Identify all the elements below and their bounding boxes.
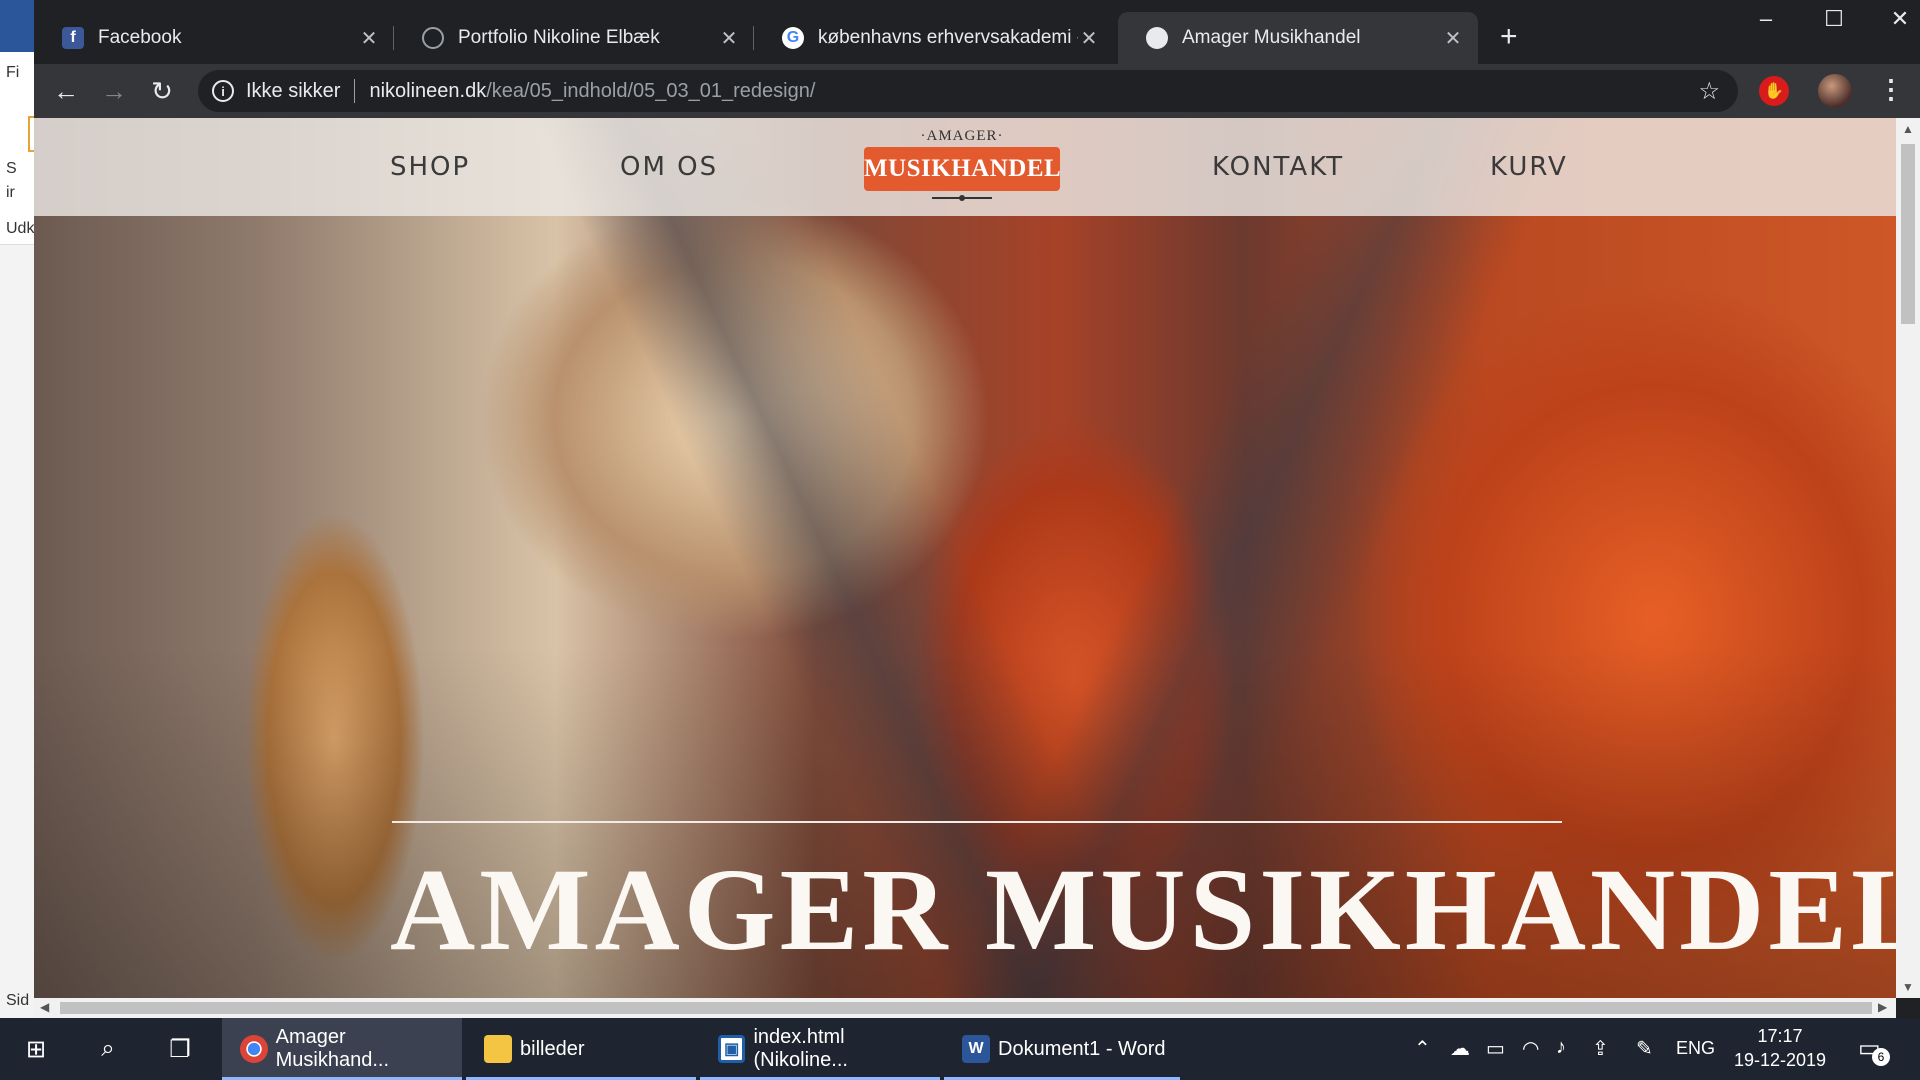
security-label[interactable]: Ikke sikker xyxy=(246,80,340,103)
word-title-bar xyxy=(0,0,36,52)
battery-icon[interactable]: ▭ xyxy=(1486,1036,1505,1061)
bg-doc-area xyxy=(0,244,36,1018)
system-clock[interactable]: 17:17 19-12-2019 xyxy=(1720,1024,1840,1072)
bg-text-fi: Fi xyxy=(6,64,20,81)
horizontal-scrollbar[interactable]: ◀ ▶ xyxy=(34,998,1896,1018)
tab-title: Facebook xyxy=(98,27,182,48)
nav-contact-link[interactable]: KONTAKT xyxy=(1212,152,1344,182)
taskbar-app-explorer[interactable]: billeder xyxy=(466,1018,696,1080)
forward-button[interactable]: → xyxy=(96,73,132,109)
tray-overflow-icon[interactable]: ⌃ xyxy=(1414,1036,1431,1061)
close-icon[interactable]: ✕ xyxy=(1078,26,1100,51)
clock-date: 19-12-2019 xyxy=(1733,1050,1827,1070)
search-icon[interactable]: ⌕ xyxy=(88,1028,128,1070)
bg-text-ir: ir xyxy=(6,184,15,201)
taskbar-app-chrome[interactable]: Amager Musikhand... xyxy=(222,1018,462,1080)
globe-icon xyxy=(422,27,444,49)
tab-title: Amager Musikhandel xyxy=(1182,27,1361,48)
tab-title: Portfolio Nikoline Elbæk xyxy=(458,27,660,48)
scroll-down-icon[interactable]: ▼ xyxy=(1902,980,1914,994)
taskbar-app-label: Amager Musikhand... xyxy=(275,1026,389,1071)
notification-icon[interactable]: ▭ 6 xyxy=(1858,1034,1890,1066)
tab-facebook[interactable]: f Facebook ✕ xyxy=(34,12,394,64)
facebook-icon: f xyxy=(62,27,84,49)
url-host[interactable]: nikolineen.dk xyxy=(369,80,486,103)
minimize-button[interactable]: – xyxy=(1746,6,1786,32)
tab-portfolio[interactable]: Portfolio Nikoline Elbæk ✕ xyxy=(394,12,754,64)
back-button[interactable]: ← xyxy=(48,73,84,109)
tab-amager-musikhandel[interactable]: Amager Musikhandel ✕ xyxy=(1118,12,1478,64)
info-icon[interactable]: i xyxy=(212,80,234,102)
background-word-window[interactable]: Fi S ir Udk Sid xyxy=(0,0,36,1018)
horizontal-scroll-thumb[interactable] xyxy=(60,1002,1872,1014)
hero-title: AMAGER MUSIKHANDEL xyxy=(390,844,1896,975)
scroll-left-icon[interactable]: ◀ xyxy=(40,1000,49,1014)
tab-google-search[interactable]: G københavns erhvervsakademi - G ✕ xyxy=(754,12,1114,64)
clock-time: 17:17 xyxy=(1757,1026,1803,1046)
logo-top-text: ·AMAGER· xyxy=(920,128,1004,144)
taskbar-app-word[interactable]: W Dokument1 - Word xyxy=(944,1018,1180,1080)
close-icon[interactable]: ✕ xyxy=(1442,26,1464,51)
bg-text-sid: Sid xyxy=(6,992,30,1009)
taskbar-app-editor[interactable]: ▣ index.html (Nikoline... xyxy=(700,1018,940,1080)
menu-dots-icon[interactable]: ⋮ xyxy=(1878,74,1904,105)
nav-shop-link[interactable]: SHOP xyxy=(390,152,470,182)
browser-toolbar: ← → ↻ i Ikke sikker nikolineen.dk /kea/0… xyxy=(34,64,1920,118)
bookmark-star-icon[interactable]: ☆ xyxy=(1698,77,1720,106)
chrome-icon xyxy=(240,1035,268,1063)
task-view-icon[interactable]: ❐ xyxy=(160,1028,200,1070)
logo-ornament xyxy=(932,195,992,201)
nav-about-link[interactable]: OM OS xyxy=(620,152,718,182)
taskbar-app-label: Dokument1 - Word xyxy=(998,1037,1166,1060)
globe-icon xyxy=(1146,27,1168,49)
upload-cloud-icon[interactable]: ⇪ xyxy=(1592,1036,1609,1061)
tab-title: københavns erhvervsakademi - G xyxy=(818,27,1078,48)
close-icon[interactable]: ✕ xyxy=(718,26,740,51)
scroll-right-icon[interactable]: ▶ xyxy=(1878,1000,1887,1014)
word-icon: W xyxy=(962,1035,990,1063)
vertical-scroll-thumb[interactable] xyxy=(1901,144,1915,324)
address-bar[interactable]: i Ikke sikker nikolineen.dk /kea/05_indh… xyxy=(198,70,1738,112)
taskbar-app-label: billeder xyxy=(520,1037,585,1060)
bg-text-s: S xyxy=(6,160,17,177)
language-indicator[interactable]: ENG xyxy=(1676,1038,1715,1059)
maximize-button[interactable]: ☐ xyxy=(1814,6,1854,32)
taskbar: ⊞ ⌕ ❐ Amager Musikhand... billeder ▣ ind… xyxy=(0,1018,1920,1080)
extension-hand-icon[interactable]: ✋ xyxy=(1759,76,1789,106)
bg-text-udk: Udk xyxy=(6,220,35,237)
folder-icon xyxy=(484,1035,512,1063)
nav-cart-link[interactable]: KURV xyxy=(1490,152,1568,182)
close-window-button[interactable]: ✕ xyxy=(1880,6,1920,32)
reload-button[interactable]: ↻ xyxy=(144,73,180,109)
browser-window: f Facebook ✕ Portfolio Nikoline Elbæk ✕ … xyxy=(34,0,1920,1018)
editor-icon: ▣ xyxy=(718,1035,746,1063)
pen-icon[interactable]: ✎ xyxy=(1636,1036,1653,1061)
omnibox-divider xyxy=(354,79,356,103)
windows-start-icon[interactable]: ⊞ xyxy=(16,1028,56,1070)
site-logo[interactable]: ·AMAGER· MUSIKHANDEL xyxy=(864,128,1061,208)
tab-strip: f Facebook ✕ Portfolio Nikoline Elbæk ✕ … xyxy=(34,0,1920,64)
taskbar-app-label: index.html (Nikoline... xyxy=(753,1026,848,1071)
onedrive-icon[interactable]: ☁ xyxy=(1450,1036,1470,1061)
hero-divider xyxy=(392,821,1562,823)
site-navigation: SHOP OM OS ·AMAGER· MUSIKHANDEL KONTAKT … xyxy=(34,118,1896,216)
vertical-scrollbar[interactable]: ▲ ▼ xyxy=(1896,118,1920,998)
url-path[interactable]: /kea/05_indhold/05_03_01_redesign/ xyxy=(486,80,815,103)
volume-icon[interactable]: ♪ xyxy=(1556,1036,1566,1059)
profile-avatar[interactable] xyxy=(1818,74,1852,108)
scroll-up-icon[interactable]: ▲ xyxy=(1902,122,1914,136)
logo-badge: MUSIKHANDEL xyxy=(864,147,1061,191)
notification-count: 6 xyxy=(1872,1048,1890,1066)
wifi-icon[interactable]: ◠ xyxy=(1522,1036,1539,1061)
google-icon: G xyxy=(782,27,804,49)
page-viewport: SHOP OM OS ·AMAGER· MUSIKHANDEL KONTAKT … xyxy=(34,118,1896,998)
close-icon[interactable]: ✕ xyxy=(358,26,380,51)
new-tab-button[interactable]: + xyxy=(1500,22,1518,52)
